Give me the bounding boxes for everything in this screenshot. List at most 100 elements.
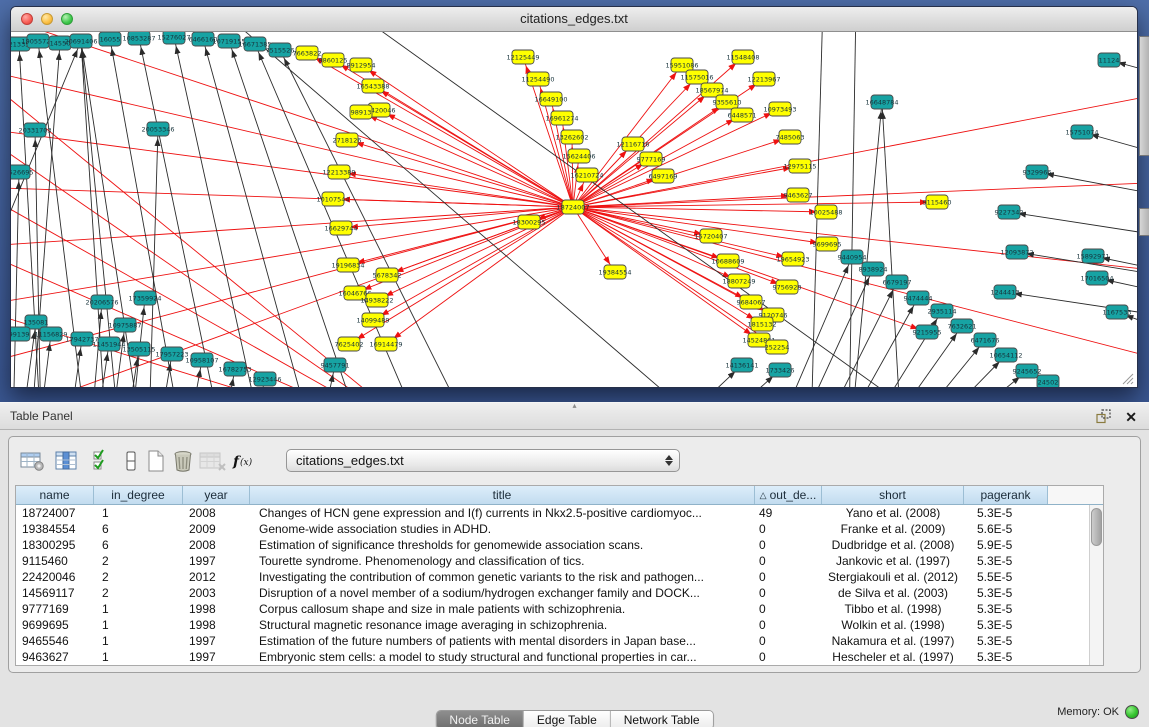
graph-node[interactable]: 16649100 xyxy=(534,92,567,106)
table-cell[interactable]: 5.5E-5 xyxy=(964,569,1048,585)
table-cell[interactable]: Changes of HCN gene expression and I(f) … xyxy=(250,505,755,521)
table-cell[interactable]: 0 xyxy=(755,537,822,553)
graph-node[interactable]: 1815132 xyxy=(748,317,777,331)
function-builder-button[interactable]: f (x) xyxy=(231,447,259,475)
table-cell[interactable]: 1997 xyxy=(183,633,250,649)
table-cell[interactable]: 1997 xyxy=(183,553,250,569)
graph-node[interactable]: 9355610 xyxy=(713,95,742,109)
table-cell[interactable]: 1998 xyxy=(183,617,250,633)
graph-edge[interactable] xyxy=(229,41,361,387)
table-cell[interactable]: Yano et al. (2008) xyxy=(822,505,964,521)
graph-node[interactable]: 20053346 xyxy=(141,122,174,136)
table-cell[interactable]: Estimation of the future numbers of pati… xyxy=(250,633,755,649)
column-header-pagerank[interactable]: pagerank xyxy=(964,486,1048,504)
graph-node[interactable]: 12923446 xyxy=(248,372,281,386)
graph-node[interactable]: 15892971 xyxy=(1076,249,1109,263)
graph-node[interactable]: 16914479 xyxy=(369,337,402,351)
graph-edge[interactable] xyxy=(11,187,441,387)
table-cell[interactable]: Franke et al. (2009) xyxy=(822,521,964,537)
graph-node[interactable]: 1244413 xyxy=(991,285,1020,299)
column-header-in_degree[interactable]: in_degree xyxy=(94,486,183,504)
close-panel-icon[interactable]: ✕ xyxy=(1125,410,1137,424)
graph-node[interactable]: 7485063 xyxy=(776,130,805,144)
graph-node[interactable]: 2526695 xyxy=(11,165,33,179)
table-cell[interactable]: 14569117 xyxy=(16,585,94,601)
float-window-icon[interactable] xyxy=(1096,409,1111,424)
graph-node[interactable]: 7632621 xyxy=(948,319,977,333)
column-header-title[interactable]: title xyxy=(250,486,755,504)
table-row[interactable]: 911546021997Tourette syndrome. Phenomeno… xyxy=(16,553,1103,569)
column-header-out_de[interactable]: △out_de... xyxy=(755,486,822,504)
table-row[interactable]: 2242004622012Investigating the contribut… xyxy=(16,569,1103,585)
graph-node[interactable]: 10025488 xyxy=(809,205,842,219)
graph-node[interactable]: 9215955 xyxy=(913,325,942,339)
memory-indicator[interactable]: Memory: OK xyxy=(1057,705,1139,719)
table-cell[interactable]: 0 xyxy=(755,569,822,585)
graph-node[interactable]: 252254 xyxy=(765,340,790,354)
table-row[interactable]: 1456911722003Disruption of a novel membe… xyxy=(16,585,1103,601)
graph-node[interactable]: 10958107 xyxy=(185,353,218,367)
table-cell[interactable]: 0 xyxy=(755,617,822,633)
table-cell[interactable]: 6 xyxy=(94,521,183,537)
table-cell[interactable]: 5.3E-5 xyxy=(964,505,1048,521)
graph-node[interactable]: 20206576 xyxy=(85,295,118,309)
graph-edge[interactable] xyxy=(386,207,573,344)
table-mode-button[interactable] xyxy=(19,447,47,475)
graph-node[interactable]: 6471676 xyxy=(971,333,1000,347)
graph-node[interactable]: 16055 xyxy=(99,32,121,46)
table-cell[interactable]: 19384554 xyxy=(16,521,94,537)
graph-node[interactable]: 2718126 xyxy=(333,133,362,147)
graph-edge[interactable] xyxy=(174,37,261,387)
table-cell[interactable]: 5.3E-5 xyxy=(964,617,1048,633)
graph-edge[interactable] xyxy=(111,325,125,387)
column-header-short[interactable]: short xyxy=(822,486,964,504)
graph-node[interactable]: 11254490 xyxy=(521,72,554,86)
table-cell[interactable]: Investigating the contribution of common… xyxy=(250,569,755,585)
graph-edge[interactable] xyxy=(573,207,793,259)
table-cell[interactable]: de Silva et al. (2003) xyxy=(822,585,964,601)
graph-edge[interactable] xyxy=(255,44,421,387)
graph-node[interactable]: 10973493 xyxy=(763,102,796,116)
graph-edge[interactable] xyxy=(1009,212,1137,237)
graph-node[interactable]: 14136141 xyxy=(725,358,758,372)
graph-node[interactable]: 9227342 xyxy=(995,205,1024,219)
scrollbar-thumb[interactable] xyxy=(1091,508,1102,546)
table-cell[interactable]: Estimation of significance thresholds fo… xyxy=(250,537,755,553)
new-column-button[interactable] xyxy=(142,447,170,475)
table-selector-dropdown[interactable]: citations_edges.txt xyxy=(286,449,680,472)
graph-edge[interactable] xyxy=(1037,172,1137,197)
column-header-name[interactable]: name xyxy=(16,486,94,504)
table-cell[interactable]: 0 xyxy=(755,521,822,537)
graph-node[interactable]: 9699695 xyxy=(813,237,842,251)
table-cell[interactable]: 1998 xyxy=(183,601,250,617)
table-cell[interactable]: 2 xyxy=(94,569,183,585)
table-cell[interactable]: 0 xyxy=(755,553,822,569)
table-cell[interactable]: 2012 xyxy=(183,569,250,585)
graph-node[interactable]: 19384554 xyxy=(598,265,631,279)
graph-edge[interactable] xyxy=(203,39,311,387)
graph-node[interactable]: 13262602 xyxy=(555,130,588,144)
table-cell[interactable]: 9699695 xyxy=(16,617,94,633)
graph-node[interactable]: 6448571 xyxy=(728,108,757,122)
table-cell[interactable]: 5.9E-5 xyxy=(964,537,1048,553)
table-row[interactable]: 1830029562008Estimation of significance … xyxy=(16,537,1103,553)
graph-node[interactable]: 12125449 xyxy=(506,50,539,64)
compact-view-button[interactable] xyxy=(117,447,145,475)
delete-table-button[interactable] xyxy=(199,447,227,475)
table-row[interactable]: 1872400712008Changes of HCN gene express… xyxy=(16,505,1103,521)
table-cell[interactable]: Stergiakouli et al. (2012) xyxy=(822,569,964,585)
graph-node[interactable]: 2935114 xyxy=(928,304,957,318)
graph-node[interactable]: 98913 xyxy=(350,105,372,119)
table-cell[interactable]: Nakamura et al. (1997) xyxy=(822,633,964,649)
graph-edge[interactable] xyxy=(39,334,51,387)
graph-node[interactable]: 1733426 xyxy=(766,363,795,377)
graph-node[interactable]: 9329966 xyxy=(1023,165,1052,179)
graph-node[interactable]: 12213389 xyxy=(322,165,355,179)
split-divider-handle-icon[interactable]: ▴ xyxy=(572,402,576,410)
graph-node[interactable]: 14099489 xyxy=(356,313,389,327)
table-cell[interactable]: Jankovic et al. (1997) xyxy=(822,553,964,569)
graph-edge[interactable] xyxy=(139,38,221,387)
table-cell[interactable]: 1 xyxy=(94,505,183,521)
graph-node[interactable]: 10654112 xyxy=(989,348,1022,362)
table-cell[interactable]: 2003 xyxy=(183,585,250,601)
